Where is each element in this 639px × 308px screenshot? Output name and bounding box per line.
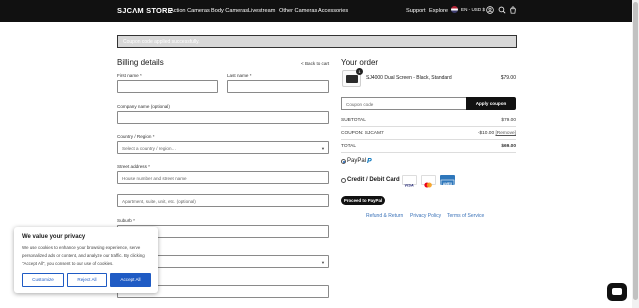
- card-label[interactable]: Credit / Debit Card: [347, 177, 400, 183]
- apply-coupon-button[interactable]: Apply coupon: [466, 97, 516, 110]
- country-label: Country / Region *: [117, 134, 155, 139]
- your-order-heading: Your order: [341, 58, 379, 67]
- product-name: SJ4000 Dual Screen - Black, Standard: [366, 75, 452, 81]
- mastercard-icon: [421, 175, 436, 188]
- language-currency-label: EN - USD $: [461, 7, 485, 12]
- divider: [341, 139, 516, 140]
- customize-button[interactable]: Customize: [22, 273, 64, 287]
- product-price: $79.00: [500, 75, 516, 81]
- amex-icon: AMEX: [440, 175, 455, 187]
- coupon-row: COUPON: SJCAM7 -$10.00 [Remove]: [341, 131, 516, 136]
- nav-accessories[interactable]: Accessories: [318, 8, 348, 14]
- remove-coupon-link[interactable]: [Remove]: [495, 131, 516, 136]
- chat-icon: [612, 288, 622, 295]
- coupon-code-input[interactable]: Coupon code: [341, 97, 466, 110]
- svg-text:VISA: VISA: [404, 183, 413, 188]
- street-address-placeholder: House number and street name: [122, 176, 187, 181]
- company-name-label: Company name (optional): [117, 104, 170, 109]
- nav-other-cameras[interactable]: Other Cameras: [279, 8, 317, 14]
- camera-image: [346, 75, 358, 83]
- billing-details-heading: Billing details: [117, 58, 164, 67]
- subtotal-value: $79.00: [501, 118, 516, 123]
- cookie-description: We use cookies to enhance your browsing …: [22, 245, 145, 266]
- subtotal-row: SUBTOTAL $79.00: [341, 118, 516, 123]
- total-value: $69.00: [501, 144, 516, 149]
- reject-all-button[interactable]: Reject All: [67, 273, 107, 287]
- total-label: TOTAL: [341, 144, 357, 149]
- svg-text:AMEX: AMEX: [443, 182, 453, 186]
- country-select-placeholder: Select a country / region…: [122, 146, 177, 151]
- store-logo[interactable]: SJCΛM STORE: [117, 6, 173, 15]
- proceed-to-paypal-button[interactable]: Proceed to PayPal: [341, 196, 385, 205]
- terms-of-service-link[interactable]: Terms of Service: [447, 213, 484, 219]
- country-select[interactable]: Select a country / region… ▼: [117, 141, 329, 154]
- cookie-consent-banner: We value your privacy We use cookies to …: [14, 227, 158, 293]
- divider: [341, 126, 516, 127]
- coupon-discount: -$10.00: [477, 131, 495, 136]
- paypal-label[interactable]: PayPal: [347, 158, 366, 164]
- company-name-field[interactable]: [117, 111, 329, 124]
- last-name-label: Last name *: [227, 73, 252, 78]
- cart-icon[interactable]: [509, 6, 517, 14]
- chevron-down-icon: ▼: [321, 260, 325, 265]
- first-name-label: First name *: [117, 73, 142, 78]
- paypal-logo-icon: P: [367, 158, 372, 165]
- back-to-cart-link[interactable]: < Back to cart: [301, 61, 329, 66]
- chat-widget-button[interactable]: [607, 283, 627, 301]
- last-name-field[interactable]: [227, 80, 329, 93]
- coupon-applied-notice: Coupon code applied successfully.: [117, 35, 517, 48]
- paypal-radio[interactable]: [341, 159, 346, 164]
- suburb-label: Suburb *: [117, 218, 135, 223]
- nav-support[interactable]: Support: [406, 8, 426, 14]
- divider: [341, 152, 516, 153]
- coupon-label: COUPON: SJCAM7: [341, 131, 384, 136]
- refund-return-link[interactable]: Refund & Return: [366, 213, 403, 219]
- language-currency-selector[interactable]: EN - USD $: [451, 6, 485, 13]
- card-radio[interactable]: [341, 178, 346, 183]
- street-address-label: Street address *: [117, 164, 150, 169]
- apartment-placeholder: Apartment, suite, unit, etc. (optional): [122, 199, 196, 204]
- total-row: TOTAL $69.00: [341, 144, 516, 149]
- quantity-badge: 1: [356, 68, 363, 75]
- nav-action-cameras[interactable]: Action Cameras: [170, 8, 210, 14]
- visa-icon: VISA: [402, 175, 417, 188]
- cookie-title: We value your privacy: [22, 234, 86, 240]
- nav-body-cameras[interactable]: Body Cameras: [211, 8, 248, 14]
- apartment-field[interactable]: Apartment, suite, unit, etc. (optional): [117, 194, 329, 207]
- nav-livestream[interactable]: Livestream: [248, 8, 275, 14]
- account-icon[interactable]: [486, 6, 494, 14]
- street-address-field[interactable]: House number and street name: [117, 171, 329, 184]
- search-icon[interactable]: [498, 6, 506, 14]
- nav-explore[interactable]: Explore: [429, 8, 448, 14]
- page-scrollbar-thumb[interactable]: [633, 2, 638, 300]
- first-name-field[interactable]: [117, 80, 218, 93]
- privacy-policy-link[interactable]: Privacy Policy: [410, 213, 441, 219]
- coupon-code-placeholder: Coupon code: [346, 102, 374, 107]
- subtotal-label: SUBTOTAL: [341, 118, 366, 123]
- chevron-down-icon: ▼: [321, 146, 325, 151]
- us-flag-icon: [451, 6, 458, 13]
- accept-all-button[interactable]: Accept All: [110, 273, 151, 287]
